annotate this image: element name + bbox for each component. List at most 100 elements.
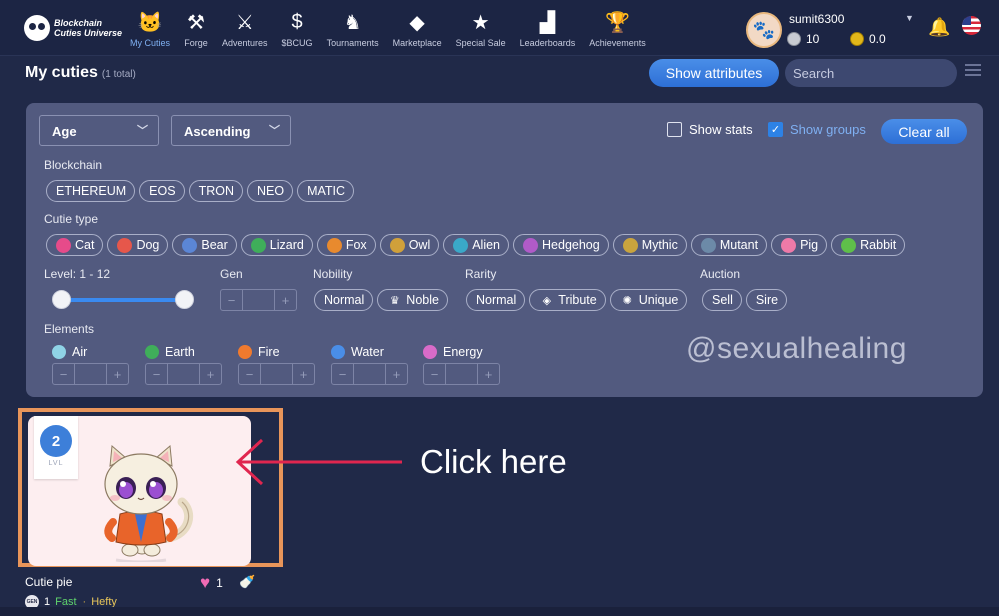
chevron-down-icon: ﹀ (269, 125, 280, 137)
chip-blockchain-neo[interactable]: NEO (246, 180, 294, 202)
silver-coin-icon (787, 32, 801, 46)
chip-blockchain-eos[interactable]: EOS (139, 180, 185, 202)
trophy-icon: 🏆 (605, 11, 630, 34)
chip-blockchain-ethereum[interactable]: ETHEREUM (46, 180, 136, 202)
sort-order-select[interactable]: Ascending ﹀ (171, 115, 291, 146)
bell-icon[interactable]: 🔔 (928, 17, 950, 38)
chip-type-mythic[interactable]: Mythic (612, 234, 687, 256)
bear-icon (182, 237, 198, 253)
nav-item-adventures[interactable]: ⚔ Adventures (222, 10, 268, 49)
minus-icon[interactable]: − (221, 290, 242, 310)
filter-toggle-icon[interactable] (965, 64, 981, 80)
element-value-input[interactable] (353, 364, 386, 384)
element-fire-stepper[interactable]: − + (238, 363, 315, 385)
fox-icon (326, 237, 342, 253)
nav-item-tournaments[interactable]: ♞ Tournaments (326, 10, 379, 49)
username[interactable]: sumit6300 (789, 12, 844, 26)
nav-item-achievements[interactable]: 🏆 Achievements (589, 10, 646, 49)
heart-icon[interactable]: ♥ (200, 573, 210, 593)
nav-item-my-cuties[interactable]: 🐱 My Cuties (130, 10, 170, 49)
elements-label: Elements (44, 322, 95, 336)
minus-icon[interactable]: − (424, 364, 445, 384)
chip-rarity-tribute[interactable]: ◈ Tribute (529, 289, 606, 311)
element-water-stepper[interactable]: − + (331, 363, 408, 385)
sort-field-select[interactable]: Age ﹀ (39, 115, 159, 146)
minus-icon[interactable]: − (239, 364, 260, 384)
slider-max-handle[interactable] (175, 290, 194, 309)
show-groups-checkbox[interactable]: ✓ Show groups (768, 122, 866, 137)
chip-rarity-unique[interactable]: ✺ Unique (609, 289, 688, 311)
breed-icon[interactable]: 🍼 (239, 574, 255, 589)
cutie-card[interactable]: 2 LVL (28, 416, 251, 566)
user-avatar[interactable]: 🐾 (746, 12, 782, 48)
minus-icon[interactable]: − (332, 364, 353, 384)
show-attributes-button[interactable]: Show attributes (649, 59, 779, 87)
chip-type-fox[interactable]: Fox (316, 234, 376, 256)
plus-icon[interactable]: + (275, 290, 296, 310)
plus-icon[interactable]: + (386, 364, 407, 384)
chip-blockchain-matic[interactable]: MATIC (297, 180, 355, 202)
nav-item-special-sale[interactable]: ★ Special Sale (456, 10, 506, 49)
slider-min-handle[interactable] (52, 290, 71, 309)
chip-auction-sire[interactable]: Sire (745, 289, 788, 311)
element-value-input[interactable] (167, 364, 200, 384)
page-title: My cuties (1 total) (25, 64, 136, 81)
chip-type-rabbit[interactable]: Rabbit (831, 234, 906, 256)
checkmark-icon[interactable]: ✓ (768, 122, 783, 137)
gen-value-input[interactable] (242, 290, 275, 310)
nav-item-label: Tournaments (326, 38, 379, 48)
cutie-cat-image[interactable] (90, 442, 200, 562)
plus-icon[interactable]: + (107, 364, 128, 384)
clear-all-button[interactable]: Clear all (881, 119, 967, 144)
chip-type-cat[interactable]: Cat (46, 234, 104, 256)
chip-type-pig[interactable]: Pig (771, 234, 828, 256)
element-value-input[interactable] (260, 364, 293, 384)
us-flag-icon[interactable] (962, 16, 981, 35)
nav-item-forge[interactable]: ⚒ Forge (184, 10, 208, 49)
cutie-name[interactable]: Cutie pie (25, 575, 72, 589)
element-value-input[interactable] (74, 364, 107, 384)
chip-nobility-normal[interactable]: Normal (314, 289, 374, 311)
nav-item-leaderboards[interactable]: ▟ Leaderboards (520, 10, 576, 49)
chip-blockchain-tron[interactable]: TRON (188, 180, 243, 202)
chip-type-mutant[interactable]: Mutant (690, 234, 768, 256)
chip-rarity-normal[interactable]: Normal (466, 289, 526, 311)
energy-icon (423, 345, 437, 359)
slider-track[interactable] (62, 298, 190, 302)
plus-icon[interactable]: + (293, 364, 314, 384)
chip-type-alien[interactable]: Alien (443, 234, 510, 256)
minus-icon[interactable]: − (146, 364, 167, 384)
chip-type-dog[interactable]: Dog (107, 234, 169, 256)
chip-type-hedgehog[interactable]: Hedgehog (513, 234, 609, 256)
element-energy-stepper[interactable]: − + (423, 363, 500, 385)
level-caption: LVL (48, 460, 64, 467)
chip-type-bear[interactable]: Bear (172, 234, 237, 256)
plus-icon[interactable]: + (200, 364, 221, 384)
show-stats-checkbox[interactable]: Show stats (667, 122, 753, 137)
chip-auction-sell[interactable]: Sell (702, 289, 742, 311)
element-earth-stepper[interactable]: − + (145, 363, 222, 385)
minus-icon[interactable]: − (53, 364, 74, 384)
bottom-strip (0, 607, 999, 616)
search-input[interactable] (785, 59, 957, 87)
nav-item--bcug[interactable]: $ $BCUG (282, 10, 313, 49)
nav-item-label: Forge (184, 38, 208, 48)
tag-icon: ◆ (409, 11, 425, 34)
user-menu-chevron-down-icon[interactable]: ▼ (905, 13, 914, 23)
gold-balance: 0.0 (850, 32, 886, 46)
level-range-slider[interactable] (52, 290, 194, 310)
element-value-input[interactable] (445, 364, 478, 384)
gen-stepper[interactable]: − + (220, 289, 297, 311)
likes-counter[interactable]: ♥ 1 (200, 573, 223, 593)
chip-type-owl[interactable]: Owl (379, 234, 440, 256)
checkbox-box[interactable] (667, 122, 682, 137)
silver-balance: 10 (787, 32, 819, 46)
plus-icon[interactable]: + (478, 364, 499, 384)
chip-type-lizard[interactable]: Lizard (240, 234, 313, 256)
element-air-stepper[interactable]: − + (52, 363, 129, 385)
chip-nobility-noble[interactable]: ♛ Noble (377, 289, 448, 311)
nav-item-marketplace[interactable]: ◆ Marketplace (393, 10, 442, 49)
element-water: Water (331, 345, 384, 359)
dog-icon (117, 237, 133, 253)
logo[interactable]: Blockchain Cuties Universe (24, 15, 122, 41)
